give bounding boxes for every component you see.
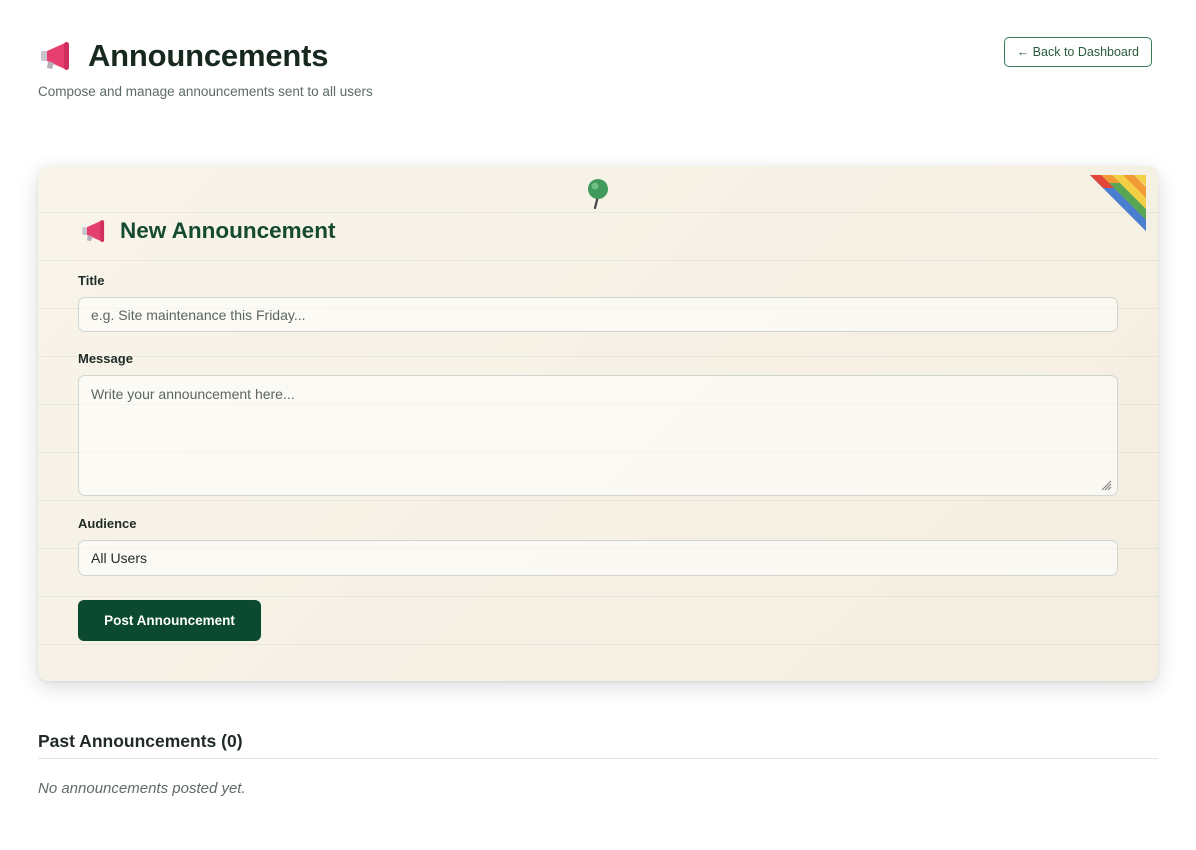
megaphone-icon — [82, 220, 105, 242]
page-title: Announcements — [88, 38, 329, 73]
announcements-page: Announcements Compose and manage announc… — [0, 0, 1196, 850]
card-title: New Announcement — [120, 218, 336, 243]
rainbow-corner-ribbon — [1090, 175, 1146, 231]
audience-label: Audience — [78, 516, 137, 531]
page-subtitle: Compose and manage announcements sent to… — [38, 84, 373, 99]
card-heading: New Announcement — [80, 218, 335, 244]
resize-handle-icon[interactable] — [1100, 479, 1112, 491]
megaphone-icon — [41, 42, 69, 70]
empty-state-text: No announcements posted yet. — [38, 780, 246, 797]
pushpin-icon — [588, 179, 608, 210]
back-to-dashboard-button[interactable]: ← Back to Dashboard — [1003, 37, 1152, 67]
new-announcement-card: New Announcement Title Message Audience … — [38, 166, 1158, 681]
title-input[interactable] — [78, 297, 1118, 332]
title-label: Title — [78, 273, 105, 288]
message-textarea[interactable] — [78, 375, 1118, 496]
page-header: Announcements Compose and manage announc… — [38, 37, 1152, 108]
post-announcement-button[interactable]: Post Announcement — [78, 600, 261, 641]
past-announcements-heading: Past Announcements (0) — [38, 731, 243, 751]
audience-selected-value: All Users — [91, 550, 148, 566]
message-label: Message — [78, 351, 133, 366]
audience-select[interactable]: All Users — [78, 540, 1118, 576]
section-divider — [38, 758, 1158, 759]
title-row: Announcements — [38, 38, 1152, 74]
